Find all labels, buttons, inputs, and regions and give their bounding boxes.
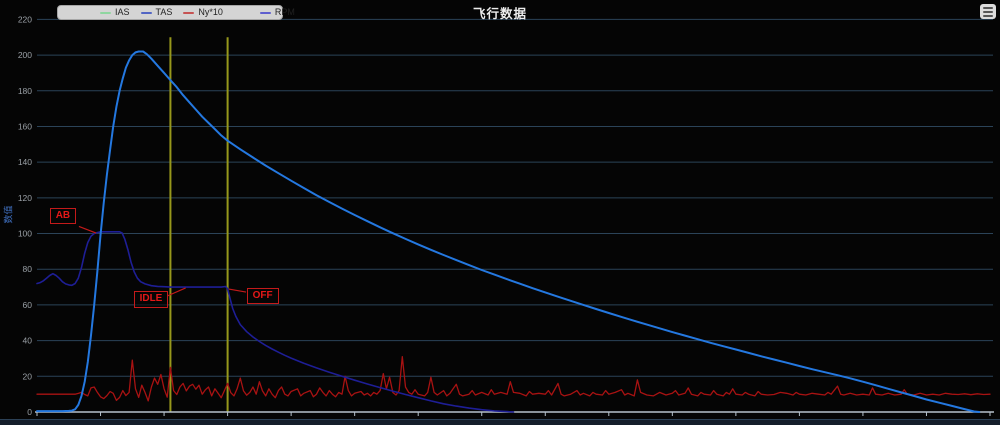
- export-menu-button[interactable]: [980, 4, 996, 19]
- legend-swatch-icon: [183, 11, 195, 14]
- series-line-rpm[interactable]: [36, 231, 515, 413]
- annotation-idle: IDLE: [133, 291, 169, 308]
- legend-item-tas[interactable]: TAS: [140, 7, 173, 17]
- series-line-tas[interactable]: [36, 50, 981, 413]
- y-axis-title: 数值: [3, 205, 14, 224]
- annotation-ab: AB: [49, 207, 77, 225]
- hamburger-menu-icon: [983, 10, 993, 13]
- legend-item-rpm[interactable]: RPM: [259, 7, 295, 17]
- y-tick-label: 60: [23, 300, 33, 310]
- flight-data-chart: 0204060801001201401601802002200102030405…: [0, 0, 1000, 425]
- series-line-ny10[interactable]: [36, 356, 991, 402]
- legend-swatch-icon: [100, 11, 111, 14]
- annotation-connector: [228, 288, 247, 293]
- legend-item-ias[interactable]: IAS: [100, 8, 130, 17]
- y-tick-label: 200: [18, 50, 32, 60]
- plot-area: 0204060801001201401601802002200102030405…: [18, 14, 998, 425]
- annotation-off: OFF: [246, 287, 279, 305]
- y-tick-label: 80: [23, 264, 33, 274]
- legend-item-ny10[interactable]: Ny*10: [183, 8, 223, 17]
- y-tick-label: 160: [18, 121, 32, 131]
- legend: IAS TAS Ny*10 RPM: [57, 5, 295, 20]
- y-tick-label: 120: [18, 193, 32, 203]
- legend-swatch-icon: [259, 11, 271, 14]
- legend-label: IAS: [115, 7, 130, 17]
- y-tick-label: 0: [27, 407, 32, 417]
- y-tick-label: 140: [18, 157, 32, 167]
- legend-swatch-icon: [140, 11, 152, 14]
- y-tick-label: 180: [18, 86, 32, 96]
- legend-label: TAS: [155, 7, 173, 17]
- legend-label: Ny*10: [198, 7, 223, 17]
- hamburger-menu-icon: [983, 14, 993, 17]
- y-tick-label: 100: [18, 229, 32, 239]
- annotation-connector: [78, 225, 97, 234]
- y-tick-label: 40: [23, 336, 33, 346]
- bottom-strip: [0, 419, 1000, 425]
- legend-label: RPM: [274, 7, 295, 17]
- hamburger-menu-icon: [983, 6, 993, 9]
- y-tick-label: 20: [23, 371, 33, 381]
